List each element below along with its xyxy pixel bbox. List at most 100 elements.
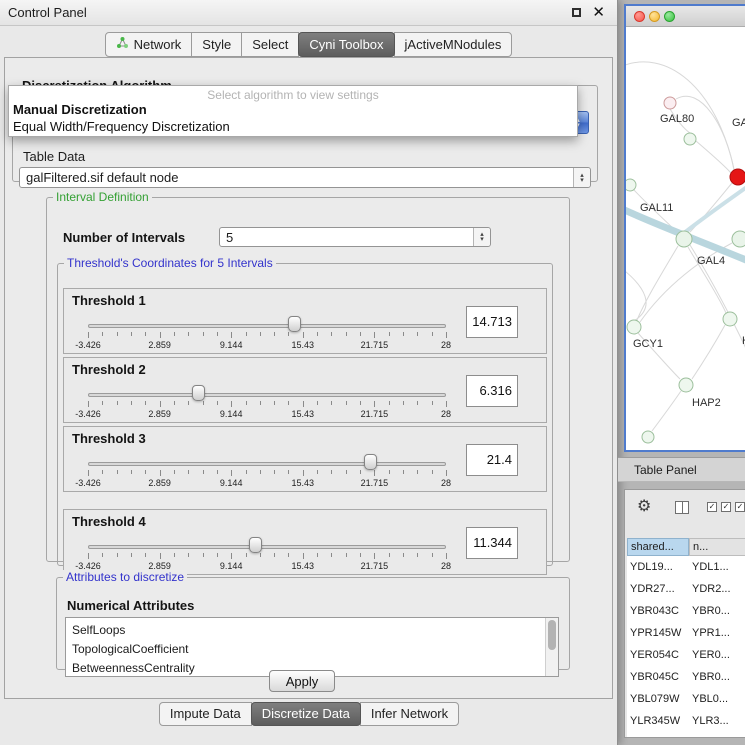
columns-icon[interactable] <box>675 501 689 514</box>
tick-mark <box>246 332 247 336</box>
threshold-value-field[interactable]: 11.344 <box>466 527 518 559</box>
table-row[interactable]: YDL19...YDL1... <box>627 556 745 578</box>
threshold-value-field[interactable]: 6.316 <box>466 375 518 407</box>
table-row[interactable]: YDR27...YDR2... <box>627 578 745 600</box>
attributes-group-title: Attributes to discretize <box>63 570 187 584</box>
threshold-value-field[interactable]: 21.4 <box>466 444 518 476</box>
tick-mark <box>88 553 89 559</box>
table-row[interactable]: YLR345WYLR3... <box>627 710 745 732</box>
tick-label: 15.43 <box>292 478 315 488</box>
close-traffic-light-icon[interactable] <box>634 11 645 22</box>
table-row[interactable]: YPR145WYPR1... <box>627 622 745 644</box>
network-node[interactable] <box>664 97 676 109</box>
attribute-list-item[interactable]: TopologicalCoefficient <box>66 640 558 659</box>
threshold-slider[interactable]: -3.4262.8599.14415.4321.71528 <box>88 317 446 351</box>
table-row[interactable]: YBL079WYBL0... <box>627 688 745 710</box>
dropdown-option-equal-width-frequency[interactable]: Equal Width/Frequency Discretization <box>9 118 577 135</box>
scrollbar-thumb[interactable] <box>548 620 556 650</box>
threshold-value-field[interactable]: 14.713 <box>466 306 518 338</box>
bottom-tab-discretize-data[interactable]: Discretize Data <box>251 702 361 726</box>
tick-mark <box>331 470 332 474</box>
bottom-tab-infer-network[interactable]: Infer Network <box>360 702 459 726</box>
tab-cyni-toolbox[interactable]: Cyni Toolbox <box>298 32 394 57</box>
combobox-stepper-icon[interactable] <box>573 168 590 187</box>
table-cell: YIL052C <box>627 732 689 738</box>
slider-thumb-icon[interactable] <box>288 316 301 332</box>
gear-icon[interactable] <box>637 496 651 515</box>
tab-jactivemnodules[interactable]: jActiveMNodules <box>394 32 513 57</box>
table-panel-title: Table Panel <box>618 458 745 482</box>
apply-button[interactable]: Apply <box>269 670 335 692</box>
bottom-tab-impute-data[interactable]: Impute Data <box>159 702 252 726</box>
tick-mark <box>374 401 375 407</box>
tick-mark <box>360 332 361 336</box>
network-node[interactable] <box>732 231 745 247</box>
slider-thumb-icon[interactable] <box>364 454 377 470</box>
combobox-stepper-icon[interactable] <box>473 228 490 246</box>
table-row[interactable]: YER054CYER0... <box>627 644 745 666</box>
table-row[interactable]: YIL052CYIL0... <box>627 732 745 738</box>
column-header[interactable]: n... <box>689 538 745 556</box>
table-data-combobox[interactable]: galFiltered.sif default node <box>19 167 591 188</box>
tick-mark <box>374 553 375 559</box>
close-icon[interactable] <box>592 3 605 21</box>
network-node[interactable] <box>730 169 745 185</box>
tick-mark <box>374 332 375 338</box>
tick-label: 9.144 <box>220 409 243 419</box>
slider-track[interactable] <box>88 393 446 397</box>
zoom-traffic-light-icon[interactable] <box>664 11 675 22</box>
tick-mark <box>432 332 433 336</box>
table-row[interactable]: YBR045CYBR0... <box>627 666 745 688</box>
num-intervals-combobox[interactable]: 5 <box>219 227 491 247</box>
tick-mark <box>131 401 132 405</box>
table-panel-header[interactable]: Table Panel <box>618 457 745 482</box>
slider-track[interactable] <box>88 545 446 549</box>
network-node[interactable] <box>642 431 654 443</box>
attribute-list-item[interactable]: SelfLoops <box>66 621 558 640</box>
tick-mark <box>131 332 132 336</box>
network-node[interactable] <box>679 378 693 392</box>
checkbox-icon[interactable] <box>721 502 731 512</box>
tab-select[interactable]: Select <box>241 32 299 57</box>
column-header[interactable]: shared... <box>627 538 689 556</box>
tick-mark <box>102 401 103 405</box>
tick-mark <box>389 553 390 557</box>
checkbox-icon[interactable] <box>735 502 745 512</box>
tick-mark <box>188 553 189 557</box>
slider-track[interactable] <box>88 324 446 328</box>
network-node[interactable] <box>676 231 692 247</box>
network-node[interactable] <box>627 320 641 334</box>
tick-mark <box>88 401 89 407</box>
tick-mark <box>331 401 332 405</box>
network-canvas[interactable]: GAL80GAGAL11GAL4GCY1HHAP2 <box>626 27 745 450</box>
node-label: GAL11 <box>640 202 673 214</box>
tick-mark <box>403 470 404 474</box>
network-node[interactable] <box>723 312 737 326</box>
tick-mark <box>389 332 390 336</box>
network-node[interactable] <box>626 179 636 191</box>
tab-style[interactable]: Style <box>191 32 242 57</box>
tick-mark <box>160 553 161 559</box>
float-window-icon[interactable] <box>572 8 581 17</box>
checkbox-icon[interactable] <box>707 502 717 512</box>
network-node[interactable] <box>684 133 696 145</box>
slider-thumb-icon[interactable] <box>192 385 205 401</box>
numerical-attributes-list[interactable]: SelfLoopsTopologicalCoefficientBetweenne… <box>65 617 559 677</box>
threshold-slider[interactable]: -3.4262.8599.14415.4321.71528 <box>88 386 446 420</box>
dropdown-option-manual-discretization[interactable]: Manual Discretization <box>9 101 577 118</box>
threshold-slider[interactable]: -3.4262.8599.14415.4321.71528 <box>88 538 446 572</box>
table-cell: YDR27... <box>627 578 689 600</box>
network-edge <box>626 267 646 321</box>
slider-tick-labels: -3.4262.8599.14415.4321.71528 <box>88 409 446 419</box>
slider-track[interactable] <box>88 462 446 466</box>
threshold-slider[interactable]: -3.4262.8599.14415.4321.71528 <box>88 455 446 489</box>
window-titlebar[interactable]: Control Panel <box>0 0 617 26</box>
table-row[interactable]: YBR043CYBR0... <box>627 600 745 622</box>
tab-network[interactable]: Network <box>105 32 193 57</box>
tick-mark <box>117 401 118 405</box>
network-titlebar[interactable] <box>626 6 745 27</box>
minimize-traffic-light-icon[interactable] <box>649 11 660 22</box>
list-scrollbar[interactable] <box>545 618 558 676</box>
tick-mark <box>131 470 132 474</box>
slider-thumb-icon[interactable] <box>249 537 262 553</box>
